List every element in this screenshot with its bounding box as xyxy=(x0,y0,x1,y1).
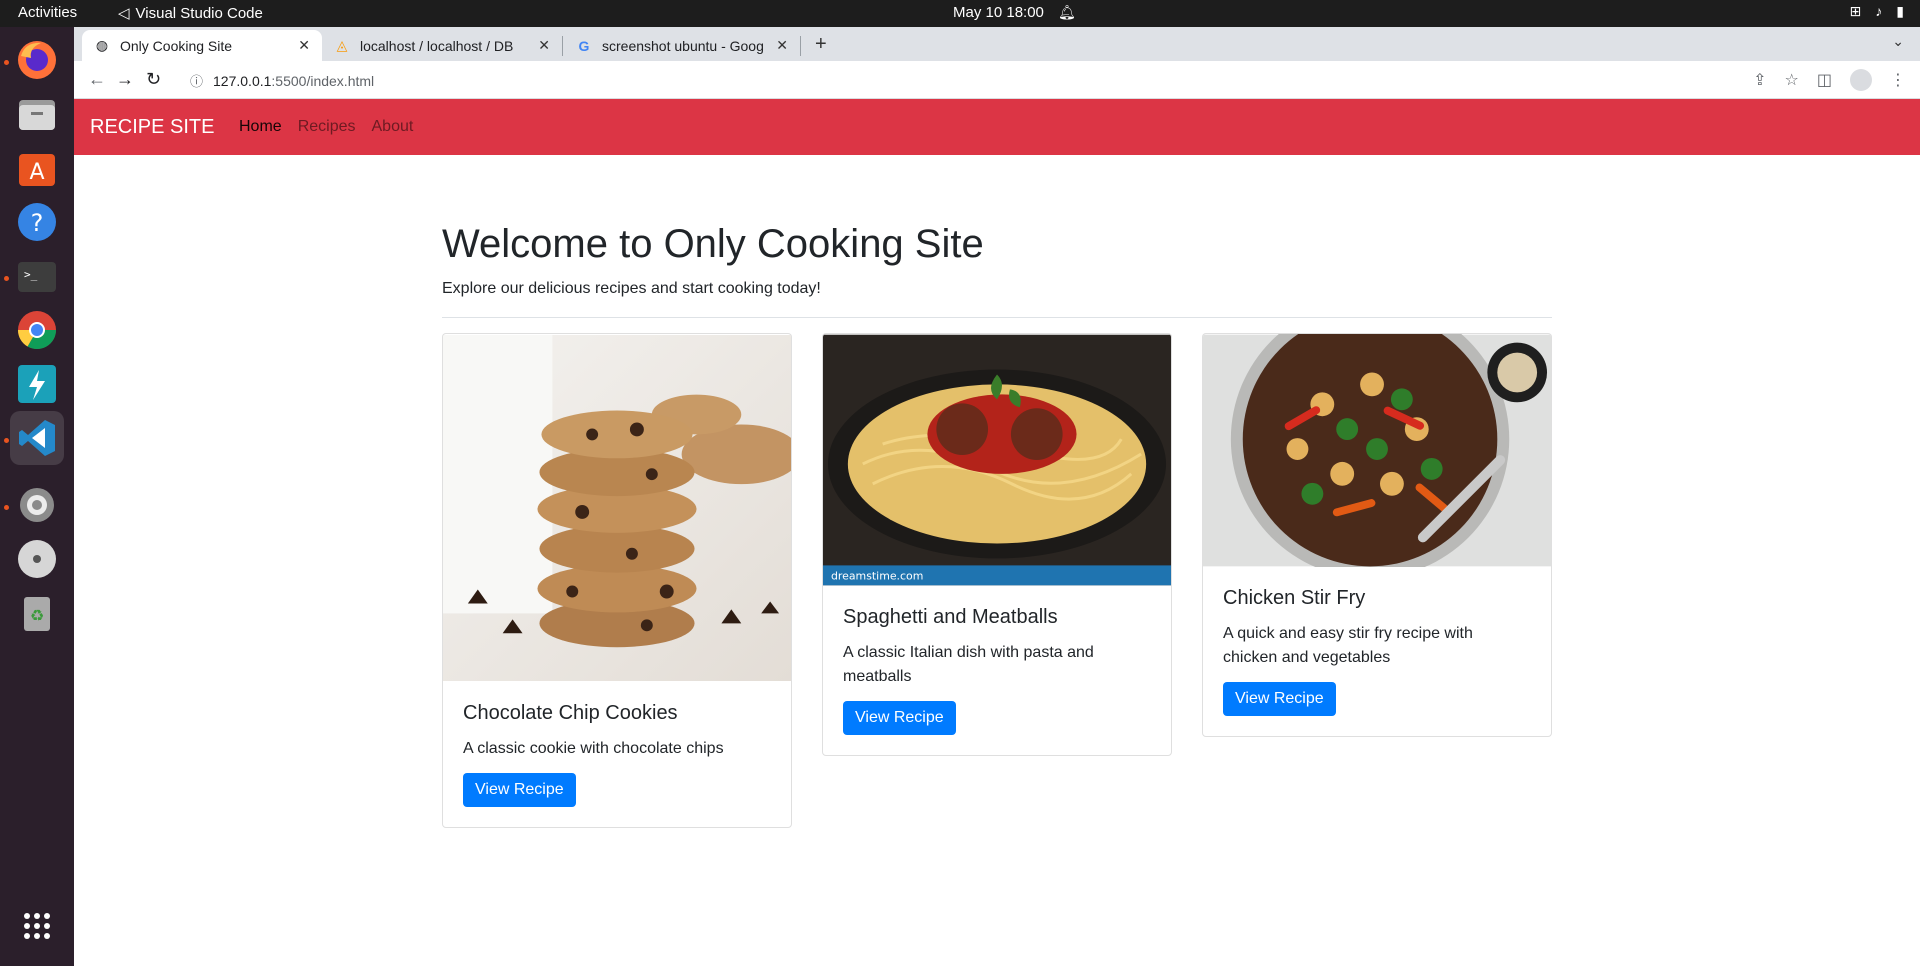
app-center-icon[interactable]: A xyxy=(10,141,64,195)
volume-icon: ♪ xyxy=(1875,3,1883,19)
terminal-icon[interactable]: >_ xyxy=(10,249,64,303)
close-tab-icon[interactable]: ✕ xyxy=(298,37,310,54)
divider xyxy=(442,317,1552,318)
tab-title: localhost / localhost / DB xyxy=(360,37,514,54)
new-tab-icon[interactable]: + xyxy=(815,33,827,56)
activities-button[interactable]: Activities xyxy=(18,4,77,21)
help-icon[interactable]: ? xyxy=(10,195,64,249)
running-indicator xyxy=(4,438,9,443)
card-body: Chocolate Chip Cookies A classic cookie … xyxy=(443,682,791,827)
svg-text:A: A xyxy=(29,160,44,185)
browser-toolbar: ⇪ ☆ ◫ ⋮ xyxy=(1753,69,1906,91)
hero-subtitle: Explore our delicious recipes and start … xyxy=(442,280,821,297)
site-brand[interactable]: RECIPE SITE xyxy=(90,116,214,139)
nav-link-about[interactable]: About xyxy=(372,118,414,136)
hero-title: Welcome to Only Cooking Site xyxy=(442,222,984,266)
card-title: Spaghetti and Meatballs xyxy=(843,606,1058,628)
tab-separator xyxy=(800,36,801,56)
running-indicator xyxy=(4,505,9,510)
card-body: Chicken Stir Fry A quick and easy stir f… xyxy=(1203,567,1551,736)
view-recipe-button[interactable]: View Recipe xyxy=(843,701,956,735)
reload-icon[interactable]: ↻ xyxy=(146,69,161,90)
files-icon[interactable] xyxy=(10,87,64,141)
notification-bell-icon: 🔔︎ xyxy=(1058,4,1076,20)
os-top-bar: Activities ◁ Visual Studio Code May 10 1… xyxy=(0,0,1920,27)
tab-title: screenshot ubuntu - Goog xyxy=(602,37,764,54)
browser-tab-strip: ◍ Only Cooking Site ✕ ◬ localhost / loca… xyxy=(74,27,1920,61)
svg-text:>_: >_ xyxy=(24,268,38,281)
firefox-icon[interactable] xyxy=(10,33,64,87)
settings-icon[interactable] xyxy=(10,478,64,532)
running-indicator xyxy=(4,276,9,281)
close-tab-icon[interactable]: ✕ xyxy=(776,37,788,54)
clock[interactable]: May 10 18:00 xyxy=(953,4,1044,21)
vscode-icon: ◁ xyxy=(118,5,130,22)
tab-only-cooking-site[interactable]: ◍ Only Cooking Site ✕ xyxy=(82,30,322,61)
dock: A ? >_ ♻ xyxy=(0,27,74,966)
image-watermark: dreamstime.com xyxy=(831,569,923,582)
vscode-icon[interactable] xyxy=(10,411,64,465)
profile-avatar[interactable] xyxy=(1850,69,1872,91)
tab-search-chevron-icon[interactable]: ⌄ xyxy=(1892,33,1904,50)
card-text: A classic cookie with chocolate chips xyxy=(463,740,724,757)
battery-icon: ▮ xyxy=(1896,3,1904,19)
site-info-icon[interactable]: ⓘ xyxy=(190,71,203,90)
card-text: A classic Italian dish with pasta and me… xyxy=(843,644,1094,685)
view-recipe-button[interactable]: View Recipe xyxy=(463,773,576,807)
google-icon: G xyxy=(578,37,590,54)
url-host: 127.0.0.1 xyxy=(213,72,272,89)
svg-text:♻: ♻ xyxy=(30,606,44,625)
bolt-app-icon[interactable] xyxy=(10,357,64,411)
phpmyadmin-icon: ◬ xyxy=(336,37,348,53)
show-apps-grid-icon[interactable] xyxy=(10,899,64,953)
disc-icon[interactable] xyxy=(10,532,64,586)
running-indicator xyxy=(4,60,9,65)
trash-icon[interactable]: ♻ xyxy=(10,586,64,640)
view-recipe-button[interactable]: View Recipe xyxy=(1223,682,1336,716)
bookmark-star-icon[interactable]: ☆ xyxy=(1785,70,1799,90)
app-menu[interactable]: ◁ Visual Studio Code xyxy=(118,4,263,23)
stir-fry-image xyxy=(1203,334,1551,567)
more-menu-icon[interactable]: ⋮ xyxy=(1890,70,1906,90)
back-arrow-icon[interactable]: ← xyxy=(88,69,106,90)
tab-title: Only Cooking Site xyxy=(120,37,233,54)
recipe-cards: Chocolate Chip Cookies A classic cookie … xyxy=(442,333,1552,853)
address-bar: ← → ↻ ⓘ 127.0.0.1:5500/index.html ⇪ ☆ ◫ … xyxy=(74,61,1920,99)
tab-google-search[interactable]: G screenshot ubuntu - Goog ✕ xyxy=(564,30,800,61)
card-body: Spaghetti and Meatballs A classic Italia… xyxy=(823,586,1171,755)
tab-phpmyadmin[interactable]: ◬ localhost / localhost / DB ✕ xyxy=(322,30,562,61)
side-panel-icon[interactable]: ◫ xyxy=(1817,70,1832,90)
globe-icon: ◍ xyxy=(95,37,109,53)
app-name: Visual Studio Code xyxy=(135,4,263,22)
spaghetti-image: dreamstime.com xyxy=(823,334,1171,586)
web-page: RECIPE SITE Home Recipes About Welcome t… xyxy=(74,99,1920,966)
url-path: :5500/index.html xyxy=(271,72,375,89)
nav-link-recipes[interactable]: Recipes xyxy=(298,118,356,136)
chrome-icon[interactable] xyxy=(10,303,64,357)
nav-link-home[interactable]: Home xyxy=(239,118,282,136)
site-nav-links: Home Recipes About xyxy=(239,118,413,136)
recipe-card-cookies: Chocolate Chip Cookies A classic cookie … xyxy=(442,333,792,828)
card-title: Chicken Stir Fry xyxy=(1223,587,1366,609)
share-icon[interactable]: ⇪ xyxy=(1753,70,1766,90)
recipe-card-spaghetti: dreamstime.com Spaghetti and Meatballs A… xyxy=(822,333,1172,756)
cookies-image xyxy=(443,334,791,682)
card-text: A quick and easy stir fry recipe with ch… xyxy=(1223,625,1473,666)
url-field[interactable]: ⓘ 127.0.0.1:5500/index.html xyxy=(190,71,374,90)
recipe-card-stir-fry: Chicken Stir Fry A quick and easy stir f… xyxy=(1202,333,1552,737)
main-container: Welcome to Only Cooking Site Explore our… xyxy=(442,182,1552,853)
network-icon: ⊞ xyxy=(1849,3,1862,19)
close-tab-icon[interactable]: ✕ xyxy=(538,37,550,54)
system-tray[interactable]: ⊞ ♪ ▮ xyxy=(1850,3,1904,20)
card-title: Chocolate Chip Cookies xyxy=(463,702,678,724)
forward-arrow-icon[interactable]: → xyxy=(116,69,134,90)
site-navbar: RECIPE SITE Home Recipes About xyxy=(74,99,1920,155)
tab-separator xyxy=(562,36,563,56)
svg-text:?: ? xyxy=(31,209,44,237)
